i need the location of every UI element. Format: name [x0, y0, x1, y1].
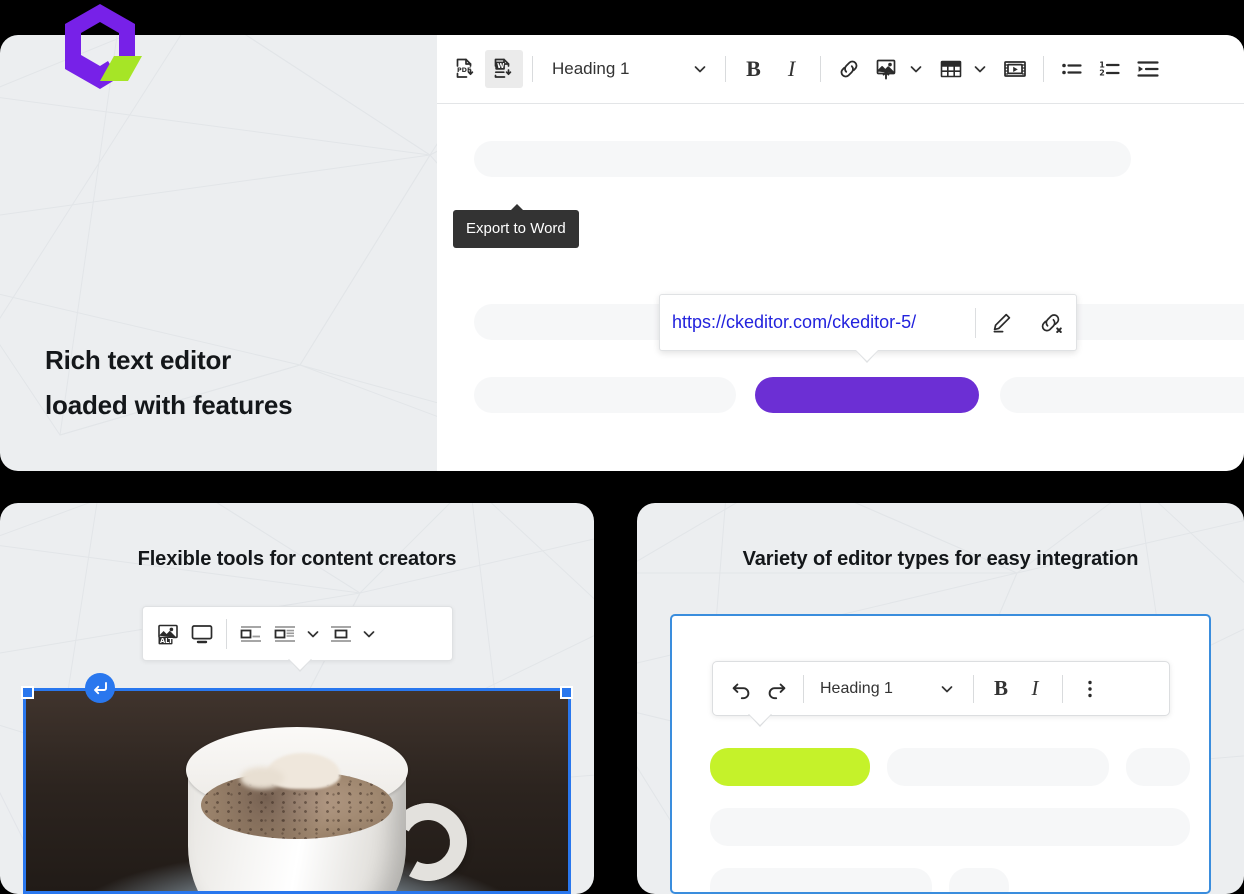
toolbar-separator [724, 56, 726, 82]
editor-toolbar: PDF W Heading 1 B I 1 2 [437, 35, 1244, 104]
panel-right-title: Variety of editor types for easy integra… [742, 548, 1139, 570]
unlink-icon[interactable] [1026, 303, 1076, 343]
svg-text:2: 2 [1099, 69, 1105, 78]
italic-label: I [1031, 676, 1039, 700]
content-bar [887, 748, 1109, 786]
redo-icon[interactable] [759, 672, 793, 706]
toolbar-separator [1061, 674, 1063, 703]
content-bar [949, 868, 1009, 892]
chevron-down-icon[interactable] [906, 59, 926, 79]
coffee-photo [26, 691, 568, 891]
image-widget[interactable] [21, 673, 573, 894]
heading-dropdown[interactable]: Heading 1 [814, 670, 963, 708]
page-title: Rich text editor loaded with features [45, 338, 425, 428]
heading-dropdown-value: Heading 1 [552, 59, 630, 78]
toolbar-separator [532, 56, 533, 82]
image-side-icon[interactable] [234, 617, 268, 651]
hero-panel: Rich text editor loaded with features PD… [0, 35, 1244, 471]
link-icon[interactable] [830, 50, 868, 88]
headline-line-2: loaded with features [45, 390, 293, 420]
toolbar-separator [972, 674, 974, 703]
image-alt-text-icon[interactable]: ALT [151, 617, 185, 651]
edit-link-pencil-icon[interactable] [976, 303, 1026, 343]
toolbar-separator [226, 618, 227, 649]
bold-label: B [746, 56, 761, 81]
resize-handle-top-left[interactable] [21, 686, 34, 699]
indent-icon[interactable] [1129, 50, 1167, 88]
chevron-down-icon [937, 679, 957, 699]
content-bar [1000, 377, 1244, 413]
ckeditor-logo [56, 2, 144, 94]
content-bar [474, 141, 1131, 177]
highlighted-content-bar [755, 377, 979, 413]
headline-line-1: Rich text editor [45, 345, 232, 375]
italic-button[interactable]: I [773, 50, 811, 88]
chevron-down-icon [690, 59, 710, 79]
insert-table-icon[interactable] [932, 50, 970, 88]
tooltip: Export to Word [453, 204, 579, 248]
link-url[interactable]: https://ckeditor.com/ckeditor-5/ [660, 312, 975, 333]
editor-card: PDF W Heading 1 B I 1 2 [437, 35, 1244, 471]
heading-dropdown[interactable]: Heading 1 [542, 50, 716, 88]
heading-dropdown-value: Heading 1 [820, 679, 893, 697]
toolbar-separator [819, 56, 821, 82]
content-bar [474, 377, 736, 413]
image-break-text-icon[interactable] [324, 617, 358, 651]
link-balloon: https://ckeditor.com/ckeditor-5/ [659, 294, 1077, 351]
numbered-list-icon[interactable]: 1 2 [1091, 50, 1129, 88]
bold-button[interactable]: B [984, 672, 1018, 706]
toolbar-separator [1042, 56, 1044, 82]
italic-button[interactable]: I [1018, 672, 1052, 706]
svg-text:PDF: PDF [457, 66, 471, 74]
more-options-kebab-icon[interactable] [1073, 672, 1107, 706]
framed-editor [670, 614, 1211, 894]
svg-text:W: W [497, 62, 505, 70]
insert-paragraph-icon[interactable] [85, 673, 115, 703]
content-bar [1126, 748, 1190, 786]
tooltip-label: Export to Word [466, 220, 566, 237]
image-full-size-icon[interactable] [185, 617, 219, 651]
image-wrap-text-icon[interactable] [268, 617, 302, 651]
highlighted-content-bar [710, 748, 870, 786]
insert-media-icon[interactable] [996, 50, 1034, 88]
screenshot-root: Rich text editor loaded with features PD… [0, 0, 1244, 894]
bold-button[interactable]: B [735, 50, 773, 88]
chevron-down-icon[interactable] [302, 624, 324, 644]
panel-left-title: Flexible tools for content creators [137, 548, 457, 570]
image-balloon-toolbar: ALT [142, 606, 453, 661]
balloon-toolbar: Heading 1 B I [712, 661, 1170, 716]
bulleted-list-icon[interactable] [1053, 50, 1091, 88]
resize-handle-top-right[interactable] [560, 686, 573, 699]
italic-label: I [787, 56, 796, 81]
chevron-down-icon[interactable] [358, 624, 380, 644]
toolbar-separator [803, 674, 804, 703]
insert-image-icon[interactable] [868, 50, 906, 88]
content-bar [710, 808, 1190, 846]
chevron-down-icon[interactable] [970, 59, 990, 79]
svg-text:ALT: ALT [160, 636, 173, 644]
export-to-word-icon[interactable]: W [485, 50, 523, 88]
undo-icon[interactable] [725, 672, 759, 706]
content-bar [710, 868, 932, 892]
export-to-pdf-icon[interactable]: PDF [447, 50, 485, 88]
bold-label: B [993, 676, 1008, 700]
